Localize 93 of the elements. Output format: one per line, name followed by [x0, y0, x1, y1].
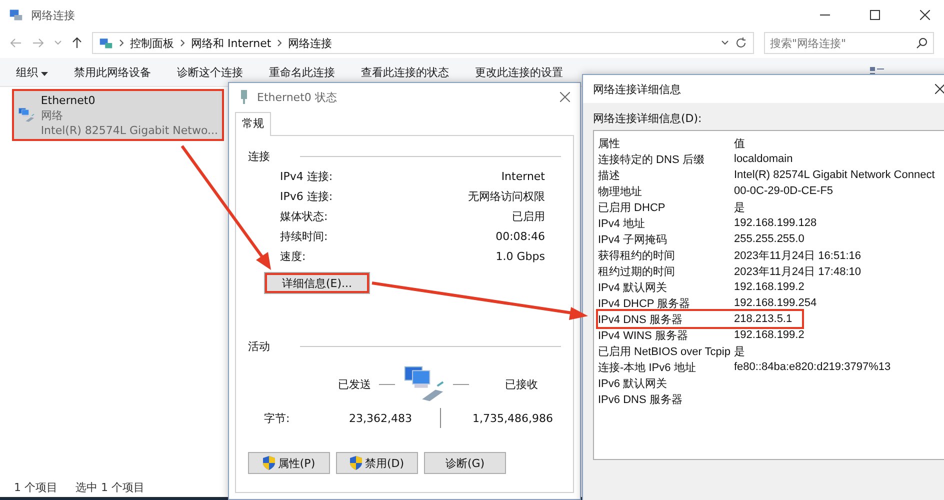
- table-cell: localdomain: [734, 153, 793, 165]
- table-cell: fe80::84ba:e820:d219:3797%13: [734, 361, 891, 373]
- table-cell-text: IPv4 DNS 服务器: [598, 312, 684, 326]
- table-cell-text: IPv4 WINS 服务器: [598, 328, 689, 342]
- bytes-label: 字节:: [264, 410, 291, 426]
- table-cell: 192.168.199.254: [734, 297, 817, 309]
- network-computers-icon: [403, 364, 445, 404]
- section-heading: 活动: [248, 338, 270, 354]
- bytes-sent: 23,362,483: [348, 412, 412, 424]
- field-label: 持续时间:: [280, 228, 328, 244]
- dialog-button[interactable]: 诊断(G): [424, 452, 506, 474]
- table-cell-text: 2023年11月24日 17:48:10: [734, 264, 861, 278]
- dialog-title: 网络连接详细信息: [593, 82, 681, 96]
- caret-icon: [41, 72, 48, 76]
- table-cell-text: 描述: [598, 168, 621, 182]
- status-text: 选中 1 个项目: [76, 480, 144, 494]
- table-cell-text: IPv4 地址: [598, 216, 646, 230]
- connection-type: 网络: [40, 108, 64, 122]
- network-folder-icon: [9, 8, 23, 22]
- field-value: Internet: [501, 170, 545, 182]
- field-label: 媒体状态:: [280, 208, 328, 224]
- table-cell-text: IPv4 默认网关: [598, 280, 668, 294]
- sent-label: 已发送: [338, 376, 371, 392]
- chevron-down-icon[interactable]: [721, 40, 729, 46]
- breadcrumb[interactable]: 网络和 Internet: [191, 36, 272, 50]
- table-cell: 00-0C-29-0D-CE-F5: [734, 185, 834, 197]
- column-header[interactable]: 属性: [598, 136, 734, 150]
- breadcrumb[interactable]: 网络连接: [288, 36, 332, 50]
- table-cell-text: 2023年11月24日 16:51:16: [734, 248, 861, 262]
- dialog-button[interactable]: 属性(P): [248, 452, 330, 474]
- field-value: 已启用: [512, 208, 545, 224]
- table-cell: 192.168.199.2: [734, 281, 804, 293]
- table-cell-text: IPv4 子网掩码: [598, 232, 668, 246]
- field-label: IPv4 连接:: [280, 168, 333, 184]
- toolbar-button[interactable]: 禁用此网络设备: [66, 64, 159, 80]
- table-cell-text: 物理地址: [598, 184, 643, 198]
- close-icon[interactable]: [935, 84, 944, 94]
- status-text: 1 个项目: [14, 480, 58, 494]
- search-icon: [916, 37, 928, 49]
- window-title: 网络连接: [31, 8, 75, 22]
- connection-item[interactable]: Ethernet0 网络 Intel(R) 82574L Gigabit Netwo...: [14, 91, 222, 139]
- table-cell-text: 连接特定的 DNS 后缀: [598, 152, 706, 166]
- table-cell-text: 租约过期的时间: [598, 264, 676, 278]
- network-plug-icon: [239, 89, 249, 105]
- column-header[interactable]: 值: [734, 136, 745, 150]
- breadcrumb[interactable]: 控制面板: [130, 36, 174, 50]
- shield-icon: [350, 456, 362, 470]
- table-cell-text: IPv6 默认网关: [598, 376, 668, 390]
- shield-icon: [262, 456, 275, 470]
- table-cell-text: 获得租约的时间: [598, 248, 676, 262]
- table-cell-text: 是: [734, 344, 745, 358]
- tab[interactable]: 常规: [235, 112, 271, 136]
- toolbar-button[interactable]: 查看此连接的状态: [353, 64, 457, 80]
- list-label: 网络连接详细信息(D):: [593, 111, 703, 126]
- toolbar-button[interactable]: 组织: [8, 64, 56, 80]
- chevron-right-icon: [119, 39, 124, 47]
- close-icon[interactable]: [920, 10, 930, 20]
- field-label: IPv6 连接:: [280, 188, 333, 204]
- table-cell-text: 连接-本地 IPv6 地址: [598, 360, 697, 374]
- received-label: 已接收: [505, 376, 538, 392]
- table-cell: 192.168.199.128: [734, 217, 817, 229]
- details-button[interactable]: 详细信息(E)...: [264, 272, 370, 294]
- section-heading: 连接: [248, 148, 270, 164]
- adapter-name: Intel(R) 82574L Gigabit Netwo...: [40, 122, 218, 138]
- field-label: 速度:: [280, 248, 306, 264]
- control-panel-icon: [99, 36, 113, 50]
- field-value: 无网络访问权限: [468, 188, 545, 204]
- close-icon[interactable]: [560, 92, 570, 102]
- address-bar[interactable]: 控制面板 网络和 Internet 网络连接: [92, 32, 754, 54]
- field-value: 00:08:46: [496, 230, 545, 242]
- table-cell: Intel(R) 82574L Gigabit Network Connect: [734, 169, 935, 181]
- connection-name: Ethernet0: [40, 92, 96, 108]
- table-cell-text: 已启用 DHCP: [598, 200, 666, 214]
- table-cell-text: IPv4 DHCP 服务器: [598, 296, 692, 310]
- table-cell: 255.255.255.0: [734, 233, 804, 245]
- maximize-icon[interactable]: [870, 10, 880, 20]
- toolbar-button[interactable]: 重命名此连接: [261, 64, 343, 80]
- toolbar-button[interactable]: 诊断这个连接: [169, 64, 251, 80]
- field-value: 1.0 Gbps: [496, 250, 545, 262]
- chevron-right-icon: [277, 39, 282, 47]
- table-cell-text: IPv6 DNS 服务器: [598, 392, 684, 406]
- up-arrow-icon[interactable]: [72, 37, 82, 49]
- dialog-button[interactable]: 禁用(D): [336, 452, 418, 474]
- table-cell-text: 是: [734, 200, 745, 214]
- chevron-right-icon: [180, 39, 185, 47]
- table-cell: 192.168.199.2: [734, 329, 804, 341]
- table-cell-text: 已启用 NetBIOS over Tcpip: [598, 344, 732, 358]
- refresh-icon[interactable]: [735, 37, 747, 49]
- search-field[interactable]: 搜索"网络连接": [764, 32, 934, 54]
- toolbar-button[interactable]: 更改此连接的设置: [467, 64, 571, 80]
- bytes-received: 1,735,486,986: [472, 412, 553, 424]
- dialog-title: Ethernet0 状态: [257, 90, 337, 104]
- table-cell: 218.213.5.1: [734, 313, 792, 325]
